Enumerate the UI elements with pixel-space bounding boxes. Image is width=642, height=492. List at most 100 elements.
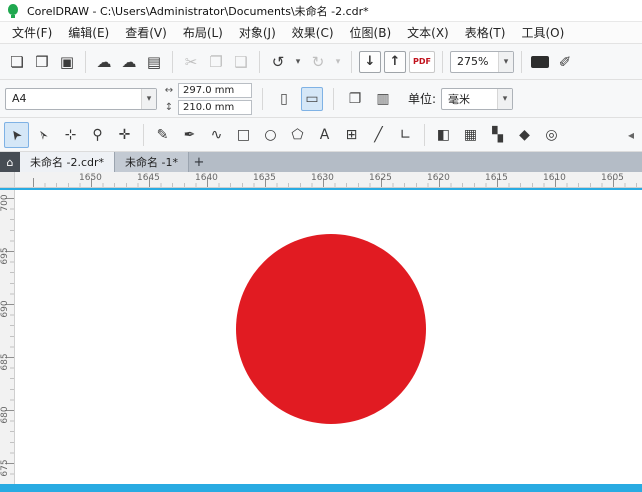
crop-tool[interactable]: ⊹	[58, 122, 83, 148]
pan-tool[interactable]: ✛	[112, 122, 137, 148]
coreldraw-logo-icon	[6, 3, 20, 19]
paste-button[interactable]: ❑	[230, 50, 252, 74]
landscape-button[interactable]: ▭	[301, 86, 323, 111]
hruler-label: 1635	[253, 173, 276, 183]
hruler-label: 1605	[601, 173, 624, 183]
text-tool[interactable]: A	[312, 122, 337, 148]
undo-dropdown-caret-icon[interactable]: ▾	[292, 50, 304, 74]
hruler-label: 1620	[427, 173, 450, 183]
fullscreen-preview-button[interactable]	[529, 50, 551, 74]
home-tab-icon[interactable]: ⌂	[0, 152, 20, 172]
vertical-ruler[interactable]: 700 695 690 685 680 675	[0, 190, 15, 484]
vruler-label: 685	[0, 353, 10, 371]
shape-tool[interactable]: ➢	[31, 122, 56, 148]
page-height-field[interactable]: 210.0 mm	[178, 99, 252, 115]
zoom-caret-icon[interactable]: ▾	[498, 51, 513, 72]
page-size-combo[interactable]: A4 ▾	[5, 87, 157, 110]
cloud-open-button[interactable]: ☁	[93, 50, 115, 74]
all-pages-button[interactable]: ❐	[344, 87, 366, 111]
fullscreen-icon	[531, 55, 549, 68]
menu-file[interactable]: 文件(F)	[4, 22, 60, 43]
zoom-tool[interactable]: ⚲	[85, 122, 110, 148]
menu-edit[interactable]: 编辑(E)	[60, 22, 117, 43]
options-button[interactable]: ✐	[554, 50, 576, 74]
page-width-field[interactable]: 297.0 mm	[178, 82, 252, 98]
tab-document-1[interactable]: 未命名 -1*	[115, 152, 189, 172]
save-button[interactable]: ▣	[56, 50, 78, 74]
drawing-canvas[interactable]	[15, 190, 642, 484]
toolbox-separator	[143, 123, 144, 146]
hruler-label: 1640	[195, 173, 218, 183]
b-spline-tool[interactable]: ∿	[204, 122, 229, 148]
cloud-save-button[interactable]: ☁	[118, 50, 140, 74]
import-button[interactable]: ↓	[359, 50, 381, 73]
print-button[interactable]: ▤	[143, 50, 165, 74]
open-button[interactable]: ❒	[31, 50, 53, 74]
document-tab-bar: ⌂ 未命名 -2.cdr* 未命名 -1* +	[0, 152, 642, 172]
toolbox-scroll-left-icon[interactable]: ◂	[624, 122, 638, 148]
menu-tools[interactable]: 工具(O)	[513, 22, 572, 43]
toolbar-separator	[442, 50, 443, 73]
transparency-tool[interactable]: ▚	[485, 122, 510, 148]
ellipse-tool[interactable]: ○	[258, 122, 283, 148]
undo-button[interactable]: ↺	[267, 50, 289, 74]
pick-tool[interactable]: ➤	[4, 121, 29, 148]
new-tab-button[interactable]: +	[189, 152, 209, 172]
rectangle-tool[interactable]: □	[231, 122, 256, 148]
horizontal-ruler[interactable]: 1650 1645 1640 1635 1630 1625 1620 1615 …	[15, 172, 642, 187]
toolbar-separator	[521, 50, 522, 73]
units-combo[interactable]: 毫米 ▾	[441, 87, 514, 110]
copy-button[interactable]: ❐	[205, 50, 227, 74]
toolbar-separator	[259, 50, 260, 73]
publish-pdf-button[interactable]: PDF	[409, 50, 435, 73]
table-tool[interactable]: ⊞	[339, 122, 364, 148]
menu-text[interactable]: 文本(X)	[399, 22, 457, 43]
mesh-fill-tool[interactable]: ▦	[458, 122, 483, 148]
export-button[interactable]: ↑	[384, 50, 406, 73]
redo-dropdown-caret-icon[interactable]: ▾	[332, 50, 344, 74]
ruler-origin-corner[interactable]	[0, 172, 15, 187]
page-size-caret-icon[interactable]: ▾	[141, 88, 156, 109]
freehand-tool[interactable]: ✎	[150, 122, 175, 148]
pen-tool[interactable]: ✒	[177, 122, 202, 148]
height-icon: ↕	[164, 101, 174, 113]
cut-button[interactable]: ✂	[180, 50, 202, 74]
current-page-button[interactable]: ▥	[372, 87, 394, 111]
logo-balloon	[8, 3, 18, 15]
shape-tool-icon: ➢	[34, 125, 53, 144]
dimension-tool[interactable]: ╱	[366, 122, 391, 148]
menu-bitmaps[interactable]: 位图(B)	[342, 22, 400, 43]
eyedropper-tool[interactable]: ◆	[512, 122, 537, 148]
standard-toolbar: ❏ ❒ ▣ ☁ ☁ ▤ ✂ ❐ ❑ ↺ ▾ ↻ ▾ ↓ ↑ PDF 275% ▾…	[0, 44, 642, 80]
menu-effects[interactable]: 效果(C)	[284, 22, 342, 43]
toolbar-separator	[351, 50, 352, 73]
vruler-label: 680	[0, 406, 10, 424]
hruler-label: 1630	[311, 173, 334, 183]
menu-layout[interactable]: 布局(L)	[175, 22, 231, 43]
redo-button[interactable]: ↻	[307, 50, 329, 74]
hruler-label: 1610	[543, 173, 566, 183]
units-group: 单位: 毫米 ▾	[408, 87, 514, 110]
polygon-tool[interactable]: ⬠	[285, 122, 310, 148]
zoom-level-combo[interactable]: 275% ▾	[450, 50, 514, 73]
hruler-label: 1615	[485, 173, 508, 183]
menu-object[interactable]: 对象(J)	[231, 22, 284, 43]
tab-document-2[interactable]: 未命名 -2.cdr*	[20, 152, 116, 172]
logo-basket	[11, 14, 15, 18]
units-value: 毫米	[448, 92, 471, 106]
menu-view[interactable]: 查看(V)	[117, 22, 175, 43]
portrait-button[interactable]: ▯	[273, 87, 295, 111]
vruler-label: 690	[0, 300, 10, 318]
outline-pen-tool[interactable]: ◎	[539, 122, 564, 148]
units-caret-icon[interactable]: ▾	[497, 88, 513, 109]
red-circle-object[interactable]	[236, 234, 426, 424]
propbar-separator	[262, 87, 263, 110]
zoom-level-value: 275%	[457, 55, 489, 68]
page-size-value: A4	[12, 92, 27, 105]
interactive-fill-tool[interactable]: ◧	[431, 122, 456, 148]
hruler-label: 1625	[369, 173, 392, 183]
width-icon: ↔	[164, 84, 174, 96]
menu-table[interactable]: 表格(T)	[457, 22, 514, 43]
new-document-button[interactable]: ❏	[6, 50, 28, 74]
connector-tool[interactable]: ∟	[393, 122, 418, 148]
